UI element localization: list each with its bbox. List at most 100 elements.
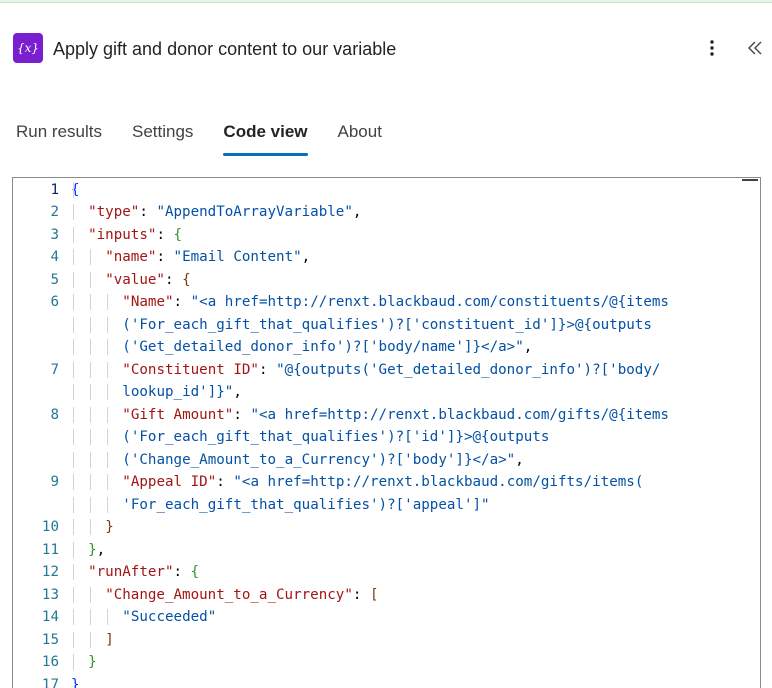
code-text: { <box>59 182 80 198</box>
line-number <box>13 497 59 513</box>
indent-guide <box>90 519 92 535</box>
indent-guide <box>73 654 74 670</box>
tab-code-view[interactable]: Code view <box>223 120 308 160</box>
code-line: ('Get_detailed_donor_info')?['body/name'… <box>13 339 532 355</box>
top-accent-bar <box>0 0 772 3</box>
indent-guide <box>107 497 109 513</box>
indent-guide <box>73 384 74 400</box>
indent-guide <box>90 609 92 625</box>
indent-guide <box>107 384 109 400</box>
code-text: } <box>59 654 97 670</box>
code-line: 17} <box>13 677 80 688</box>
code-line: 13 "Change_Amount_to_a_Currency": [ <box>13 587 379 603</box>
line-number: 6 <box>50 294 59 310</box>
code-line: 9 "Appeal ID": "<a href=http://renxt.blac… <box>13 474 643 490</box>
code-token: "Appeal ID" <box>122 474 217 490</box>
tab-settings[interactable]: Settings <box>132 120 193 160</box>
code-line: 8 "Gift Amount": "<a href=http://renxt.bl… <box>13 407 669 423</box>
indent-guide <box>73 452 74 468</box>
indent-guide <box>90 384 92 400</box>
indent-guide <box>90 407 92 423</box>
code-line: 4 "name": "Email Content", <box>13 249 310 265</box>
code-token: : <box>156 249 174 265</box>
indent-guide <box>73 564 74 580</box>
code-line: 10} <box>13 519 114 535</box>
line-number <box>13 452 59 468</box>
collapse-panel-button[interactable] <box>741 35 769 61</box>
code-line: 6 "Name": "<a href=http://renxt.blackbaud… <box>13 294 669 310</box>
indent-guide <box>73 407 74 423</box>
indent-guide <box>107 429 109 445</box>
indent-guide <box>90 294 92 310</box>
code-line: 3 "inputs": { <box>13 227 182 243</box>
code-token: "Gift Amount" <box>122 407 234 423</box>
code-token: ] <box>105 632 114 648</box>
code-token: : <box>258 362 277 378</box>
code-text: "Constituent ID": "@{outputs('Get_detail… <box>59 362 660 378</box>
line-number: 8 <box>50 407 59 423</box>
code-token: "<a href=http://renxt.blackbaud.com/cons… <box>190 294 669 310</box>
code-line: 16} <box>13 654 97 670</box>
code-editor[interactable]: 1{2 "type": "AppendToArrayVariable", 3 "inp… <box>12 177 761 688</box>
line-number: 11 <box>41 542 59 558</box>
indent-guide <box>73 632 74 648</box>
line-number: 3 <box>50 227 59 243</box>
indent-guide <box>107 294 109 310</box>
code-token: , <box>515 452 524 468</box>
indent-guide <box>90 632 92 648</box>
line-number: 14 <box>41 609 59 625</box>
code-line: ('For_each_gift_that_qualifies')?['const… <box>13 317 652 333</box>
code-token: { <box>182 272 191 288</box>
code-token: : <box>139 204 157 220</box>
more-options-button[interactable] <box>701 35 723 61</box>
indent-guide <box>73 272 74 288</box>
code-token: "Name" <box>122 294 174 310</box>
code-text: "value": { <box>59 272 191 288</box>
indent-guide <box>90 339 92 355</box>
code-text: "name": "Email Content", <box>59 249 310 265</box>
code-text: } <box>59 677 80 688</box>
action-title: Apply gift and donor content to our vari… <box>53 39 397 59</box>
indent-guide <box>107 362 109 378</box>
line-number: 10 <box>41 519 59 535</box>
indent-guide <box>107 317 109 333</box>
code-token: "Change_Amount_to_a_Currency" <box>105 587 353 603</box>
code-text: "Appeal ID": "<a href=http://renxt.black… <box>59 474 643 490</box>
line-number: 15 <box>41 632 59 648</box>
code-line: 12 "runAfter": { <box>13 564 199 580</box>
indent-guide <box>73 362 74 378</box>
scrollbar-marker <box>742 179 758 181</box>
line-number <box>13 384 59 400</box>
indent-guide <box>73 204 74 220</box>
code-text: "Change_Amount_to_a_Currency": [ <box>59 587 379 603</box>
double-chevron-left-icon <box>748 41 762 55</box>
code-token: ('Get_detailed_donor_info')?['body/name'… <box>122 339 524 355</box>
code-token: 'For_each_gift_that_qualifies')?['appeal… <box>122 497 490 513</box>
code-token: "value" <box>105 272 165 288</box>
indent-guide <box>73 519 74 535</box>
code-token: , <box>233 384 242 400</box>
tab-about[interactable]: About <box>338 120 382 160</box>
code-line: 11}, <box>13 542 105 558</box>
code-text: }, <box>59 542 105 558</box>
indent-guide <box>73 542 74 558</box>
indent-guide <box>73 429 74 445</box>
code-token: : <box>173 564 191 580</box>
code-token: : <box>216 474 234 490</box>
line-number: 16 <box>41 654 59 670</box>
code-token: "Email Content" <box>173 249 302 265</box>
indent-guide <box>73 609 74 625</box>
indent-guide <box>107 407 109 423</box>
code-text: "type": "AppendToArrayVariable", <box>59 204 361 220</box>
indent-guide <box>90 474 92 490</box>
code-token: : <box>156 227 174 243</box>
code-token: "Succeeded" <box>122 609 217 625</box>
code-token: } <box>71 677 80 688</box>
tab-run-results[interactable]: Run results <box>16 120 102 160</box>
code-token: "AppendToArrayVariable" <box>156 204 353 220</box>
code-token: "Constituent ID" <box>122 362 259 378</box>
indent-guide <box>73 249 74 265</box>
indent-guide <box>90 272 92 288</box>
code-token: "<a href=http://renxt.blackbaud.com/gift… <box>233 474 644 490</box>
code-token: "name" <box>105 249 157 265</box>
